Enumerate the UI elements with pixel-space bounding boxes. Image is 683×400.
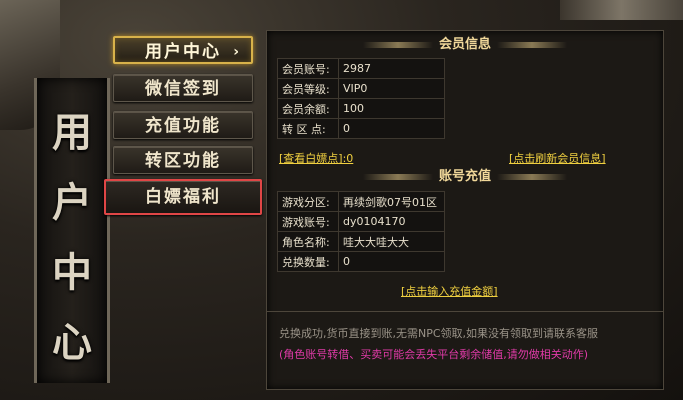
row-value: dy0104170 — [338, 211, 445, 232]
input-recharge-amount-link[interactable]: [点击输入充值金额] — [401, 283, 498, 299]
row-value: 2987 — [338, 58, 445, 79]
vertical-title-char: 心 — [52, 319, 92, 366]
row-key: 会员余额: — [277, 98, 339, 119]
row-value: VIP0 — [338, 78, 445, 99]
row-key: 转 区 点: — [277, 118, 339, 139]
member-info-title: 会员信息 — [267, 35, 663, 55]
title-ornament — [497, 173, 567, 180]
table-row: 会员余额: 100 — [277, 98, 445, 119]
vertical-title-char: 用 — [52, 109, 92, 156]
row-key: 游戏分区: — [277, 191, 339, 212]
row-value: 100 — [338, 98, 445, 119]
recharge-table: 游戏分区: 再续剑歌07号01区 游戏账号: dy0104170 角色名称: 哇… — [277, 191, 445, 272]
info-note: 兑换成功,货币直接到账,无需NPC领取,如果没有领取到请联系客服 — [279, 327, 599, 340]
row-value: 再续剑歌07号01区 — [338, 191, 445, 212]
vertical-title-char: 户 — [52, 179, 92, 226]
row-key: 会员账号: — [277, 58, 339, 79]
row-key: 角色名称: — [277, 231, 339, 252]
row-key: 会员等级: — [277, 78, 339, 99]
vertical-title-banner: 用 户 中 心 — [34, 78, 110, 383]
menu-item-label: 用户中心 — [145, 42, 221, 62]
title-ornament — [497, 41, 567, 48]
chevron-right-icon: › — [233, 44, 241, 60]
menu-item-wechat-checkin[interactable]: 微信签到 — [113, 74, 253, 102]
table-row: 会员等级: VIP0 — [277, 78, 445, 99]
table-row: 兑换数量: 0 — [277, 251, 445, 272]
menu-item-label: 白嫖福利 — [145, 187, 221, 207]
recharge-title: 账号充值 — [267, 167, 663, 187]
warning-note: (角色账号转借、买卖可能会丢失平台剩余储值,请勿做相关动作) — [279, 348, 589, 361]
main-panel: 会员信息 会员账号: 2987 会员等级: VIP0 会员余额: 100 转 区… — [266, 30, 664, 390]
row-key: 兑换数量: — [277, 251, 339, 272]
table-row: 角色名称: 哇大大哇大大 — [277, 231, 445, 252]
title-ornament — [362, 41, 433, 48]
refresh-member-info-link[interactable]: [点击刷新会员信息] — [509, 150, 606, 166]
row-value: 哇大大哇大大 — [338, 231, 445, 252]
row-value: 0 — [338, 251, 445, 272]
top-ornament — [560, 0, 683, 20]
table-row: 转 区 点: 0 — [277, 118, 445, 139]
row-key: 游戏账号: — [277, 211, 339, 232]
menu-item-label: 微信签到 — [145, 79, 221, 99]
table-row: 会员账号: 2987 — [277, 58, 445, 79]
menu-item-transfer-zone[interactable]: 转区功能 — [113, 146, 253, 174]
menu-item-label: 转区功能 — [145, 151, 221, 171]
table-row: 游戏账号: dy0104170 — [277, 211, 445, 232]
member-info-table: 会员账号: 2987 会员等级: VIP0 会员余额: 100 转 区 点: 0 — [277, 58, 445, 139]
row-value: 0 — [338, 118, 445, 139]
title-ornament — [362, 173, 433, 180]
vertical-title-char: 中 — [52, 249, 92, 296]
menu-item-user-center[interactable]: 用户中心 › — [113, 36, 253, 64]
divider — [267, 311, 663, 312]
menu-item-recharge[interactable]: 充值功能 — [113, 111, 253, 139]
view-points-link[interactable]: [查看白嫖点]:0 — [279, 150, 353, 166]
menu-item-free-benefits[interactable]: 白嫖福利 — [104, 179, 262, 215]
table-row: 游戏分区: 再续剑歌07号01区 — [277, 191, 445, 212]
menu-item-label: 充值功能 — [145, 116, 221, 136]
